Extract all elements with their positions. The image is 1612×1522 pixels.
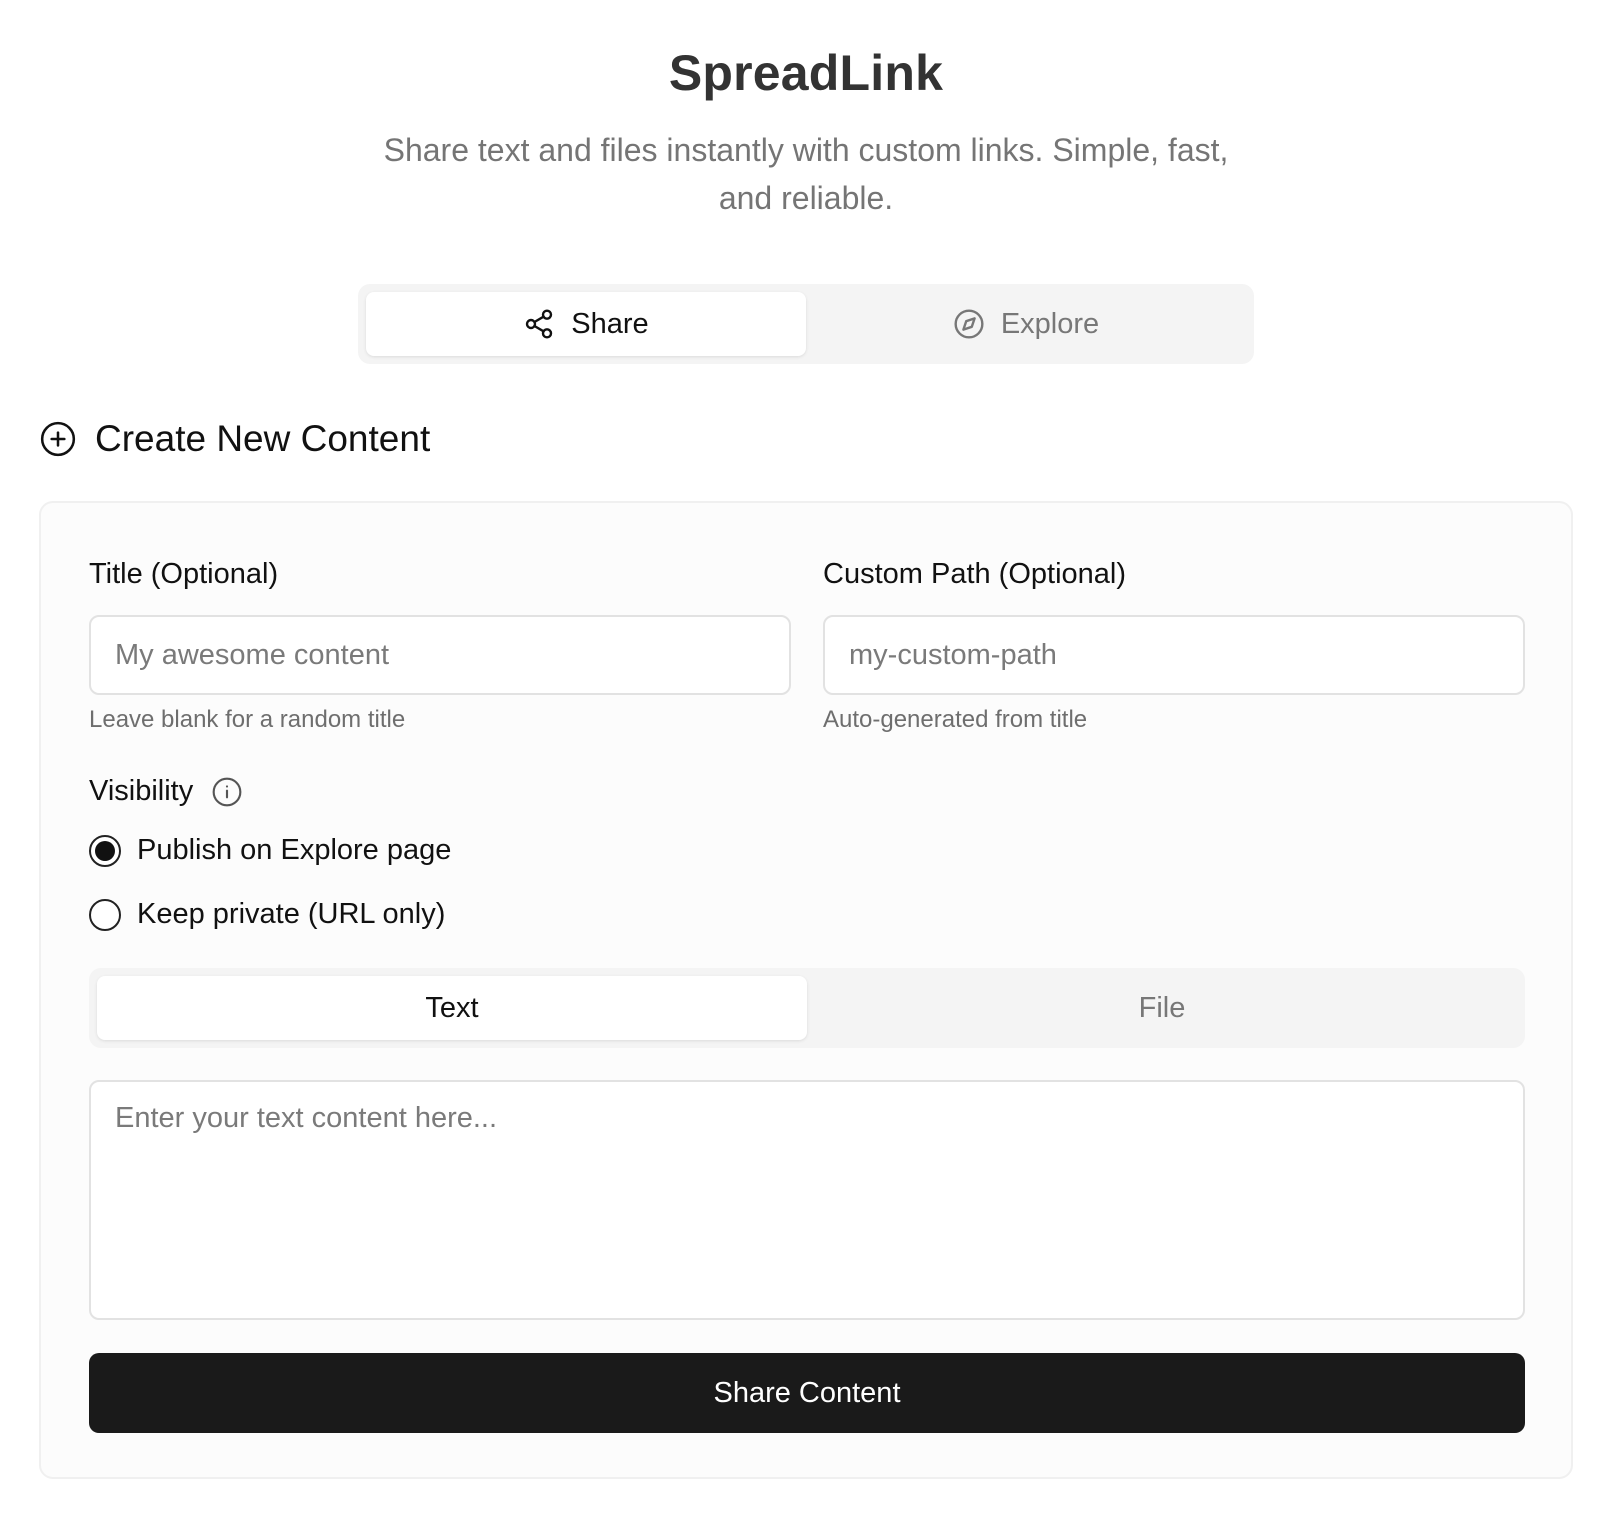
title-label: Title (Optional): [89, 558, 279, 590]
section-heading: Create New Content: [39, 418, 430, 460]
radio-public-label: Publish on Explore page: [137, 834, 452, 866]
app-subtitle: Share text and files instantly with cust…: [383, 132, 1229, 216]
compass-icon: [953, 308, 985, 340]
app-title: SpreadLink: [668, 45, 944, 101]
tab-file[interactable]: File: [807, 976, 1517, 1040]
text-content-input[interactable]: [89, 1080, 1525, 1320]
visibility-option-public[interactable]: Publish on Explore page: [89, 834, 451, 867]
title-helper-text: Leave blank for a random title: [89, 706, 406, 733]
main-tabs: Share Explore: [358, 284, 1254, 364]
page: SpreadLink Share text and files instantl…: [0, 0, 1612, 1522]
tab-explore-label: Explore: [1000, 307, 1100, 340]
share-icon: [523, 308, 555, 340]
tab-text[interactable]: Text: [97, 976, 807, 1040]
tab-explore[interactable]: Explore: [806, 292, 1246, 356]
visibility-option-private[interactable]: Keep private (URL only): [89, 898, 445, 931]
share-content-button[interactable]: Share Content: [89, 1353, 1525, 1433]
visibility-header: Visibility: [89, 775, 243, 808]
create-content-card: Title (Optional) Leave blank for a rando…: [39, 501, 1573, 1479]
section-title: Create New Content: [95, 418, 431, 459]
visibility-label: Visibility: [89, 775, 194, 807]
radio-public[interactable]: [89, 834, 121, 867]
custom-path-label: Custom Path (Optional): [823, 558, 1127, 590]
title-input[interactable]: [89, 615, 791, 695]
content-type-tabs: Text File: [89, 968, 1525, 1048]
info-icon[interactable]: [211, 776, 243, 808]
custom-path-helper-text: Auto-generated from title: [823, 706, 1088, 733]
tab-share-label: Share: [571, 307, 649, 340]
plus-circle-icon: [39, 420, 77, 458]
radio-private[interactable]: [89, 898, 121, 931]
radio-private-label: Keep private (URL only): [137, 898, 446, 930]
custom-path-input[interactable]: [823, 615, 1525, 695]
tab-share[interactable]: Share: [366, 292, 806, 356]
